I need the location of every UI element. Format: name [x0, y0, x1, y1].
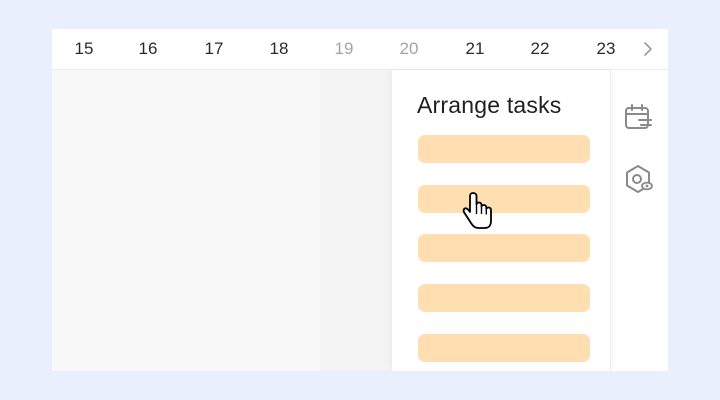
task-bar[interactable]	[418, 234, 590, 262]
day-16[interactable]: 16	[128, 29, 168, 69]
task-bar[interactable]	[418, 185, 590, 213]
weekday-columns[interactable]	[52, 70, 320, 371]
day-21[interactable]: 21	[455, 29, 495, 69]
settings-view-icon[interactable]	[622, 163, 654, 195]
day-23[interactable]: 23	[586, 29, 626, 69]
panel-title: Arrange tasks	[417, 92, 562, 118]
day-22[interactable]: 22	[520, 29, 560, 69]
day-18[interactable]: 18	[259, 29, 299, 69]
chevron-right-icon[interactable]	[640, 41, 656, 57]
calendar-icon[interactable]	[622, 102, 654, 134]
task-bar[interactable]	[418, 135, 590, 163]
day-19[interactable]: 19	[324, 29, 364, 69]
arrange-tasks-panel: Arrange tasks	[392, 70, 611, 371]
day-17[interactable]: 17	[194, 29, 234, 69]
day-15[interactable]: 15	[64, 29, 104, 69]
task-bar[interactable]	[418, 284, 590, 312]
task-bar[interactable]	[418, 334, 590, 362]
calendar-app: 15 16 17 18 19 20 21 22 23 Arrange tasks	[52, 29, 668, 371]
date-strip: 15 16 17 18 19 20 21 22 23	[52, 29, 668, 70]
weekend-column[interactable]	[320, 70, 392, 371]
day-20[interactable]: 20	[389, 29, 429, 69]
